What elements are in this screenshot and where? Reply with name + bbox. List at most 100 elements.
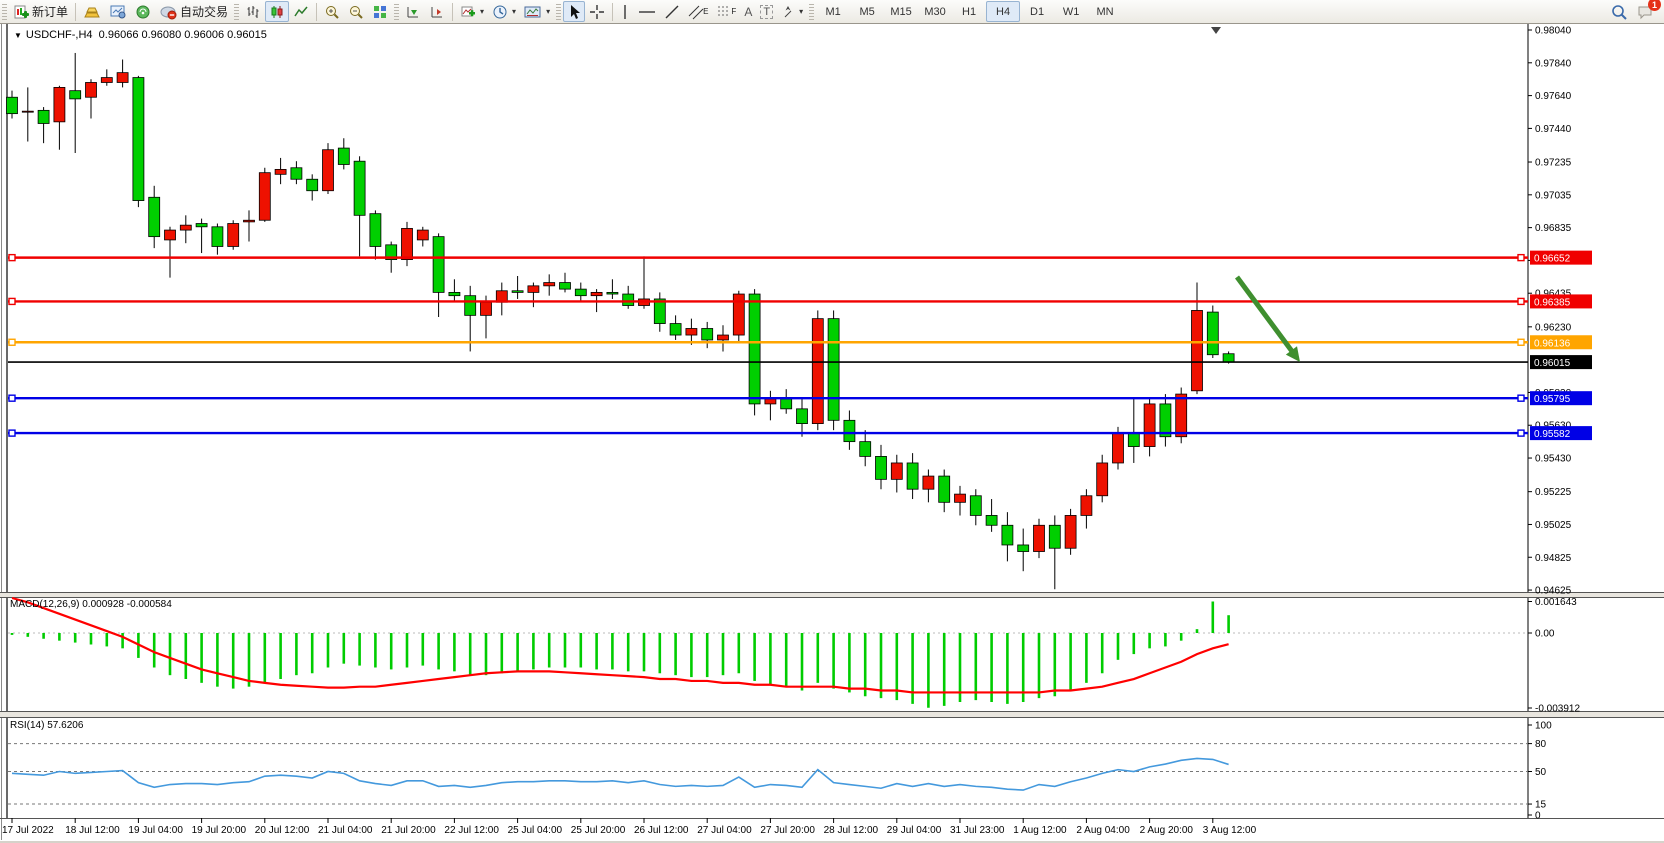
timeframe-m1-button[interactable]: M1 — [816, 1, 850, 22]
zoom-in-icon — [324, 4, 340, 20]
chart-canvas[interactable]: 0.980400.978400.976400.974400.972350.970… — [0, 23, 1664, 843]
line-chart-button[interactable] — [289, 1, 313, 22]
market-watch-icon — [109, 4, 127, 20]
candle-up — [923, 476, 934, 489]
svg-text:27 Jul 20:00: 27 Jul 20:00 — [760, 825, 815, 836]
gold-ingot-button[interactable] — [79, 1, 105, 22]
panel-splitter[interactable] — [0, 593, 1664, 598]
timeframe-w1-button[interactable]: W1 — [1054, 1, 1088, 22]
crosshair-icon — [589, 4, 605, 20]
svg-text:0.001643: 0.001643 — [1535, 597, 1577, 608]
vertical-line-tool-button[interactable] — [616, 1, 634, 22]
templates-button[interactable]: ▾ — [520, 1, 554, 22]
candle-down — [338, 148, 349, 164]
svg-text:0: 0 — [1535, 811, 1541, 822]
candle-down — [433, 237, 444, 293]
timeframe-m5-button[interactable]: M5 — [850, 1, 884, 22]
timeframe-m30-button[interactable]: M30 — [918, 1, 952, 22]
indicators-button[interactable]: ▾ — [456, 1, 488, 22]
chart-shift-button[interactable] — [425, 1, 449, 22]
cursor-icon — [567, 4, 581, 20]
svg-text:15: 15 — [1535, 800, 1547, 811]
candle-down — [370, 214, 381, 247]
candle-up — [1065, 515, 1076, 548]
svg-text:19 Jul 20:00: 19 Jul 20:00 — [192, 825, 247, 836]
toolbar-drag-handle[interactable] — [809, 4, 814, 20]
timeframe-h4-button[interactable]: H4 — [986, 1, 1020, 22]
signals-icon — [135, 4, 151, 20]
equidistant-channel-tool-button[interactable]: E — [684, 1, 712, 22]
notifications-button[interactable]: 1 — [1632, 1, 1658, 22]
svg-text:100: 100 — [1535, 721, 1552, 732]
bar-chart-button[interactable] — [241, 1, 265, 22]
candle-up — [54, 87, 65, 121]
candle-down — [575, 289, 586, 296]
toolbar-drag-handle[interactable] — [234, 4, 239, 20]
svg-text:27 Jul 04:00: 27 Jul 04:00 — [697, 825, 752, 836]
svg-text:0.96015: 0.96015 — [1534, 358, 1571, 369]
toolbar-drag-handle[interactable] — [2, 4, 7, 20]
candle-down — [986, 515, 997, 525]
auto-trading-button[interactable]: 自动交易 — [155, 1, 232, 22]
candle-down — [465, 296, 476, 316]
svg-text:21 Jul 04:00: 21 Jul 04:00 — [318, 825, 373, 836]
svg-text:2 Aug 04:00: 2 Aug 04:00 — [1076, 825, 1130, 836]
svg-text:0.95430: 0.95430 — [1535, 454, 1572, 465]
candle-up — [686, 328, 697, 335]
candle-down — [149, 197, 160, 236]
fibonacci-tool-button[interactable]: F — [712, 1, 740, 22]
candle-up — [180, 225, 191, 230]
candle-up — [891, 463, 902, 479]
chart-shift-icon — [429, 4, 445, 20]
zoom-out-button[interactable] — [344, 1, 368, 22]
candle-up — [1144, 404, 1155, 447]
candle-down — [654, 299, 665, 324]
toolbar-drag-handle[interactable] — [394, 4, 399, 20]
candle-up — [1081, 496, 1092, 516]
text-tool-button[interactable]: A — [740, 1, 756, 22]
candle-up — [101, 78, 112, 83]
candle-down — [133, 78, 144, 201]
toolbar-drag-handle[interactable] — [556, 4, 561, 20]
candle-up — [591, 292, 602, 295]
svg-text:0.97440: 0.97440 — [1535, 124, 1572, 135]
candle-up — [259, 173, 270, 221]
auto-trading-label: 自动交易 — [180, 3, 228, 20]
candle-up — [22, 111, 33, 112]
cursor-tool-button[interactable] — [563, 1, 585, 22]
candle-down — [939, 476, 950, 502]
search-button[interactable] — [1606, 1, 1632, 22]
zoom-in-button[interactable] — [320, 1, 344, 22]
timeframe-h1-button[interactable]: H1 — [952, 1, 986, 22]
signals-button[interactable] — [131, 1, 155, 22]
svg-text:25 Jul 04:00: 25 Jul 04:00 — [508, 825, 563, 836]
periods-button[interactable]: ▾ — [488, 1, 520, 22]
candle-up — [275, 169, 286, 174]
timeframe-mn-button[interactable]: MN — [1088, 1, 1122, 22]
arrows-shapes-icon — [781, 4, 795, 20]
svg-text:0.97235: 0.97235 — [1535, 158, 1572, 169]
svg-text:0.94625: 0.94625 — [1535, 586, 1572, 597]
candle-down — [797, 409, 808, 424]
chevron-down-icon: ▾ — [546, 7, 550, 16]
svg-text:0.95025: 0.95025 — [1535, 520, 1572, 531]
text-label-tool-button[interactable]: T — [756, 1, 777, 22]
candle-down — [1223, 354, 1234, 362]
candlestick-chart-button[interactable] — [265, 1, 289, 22]
candle-up — [165, 230, 176, 240]
trendline-tool-button[interactable] — [660, 1, 684, 22]
horizontal-line-tool-button[interactable] — [634, 1, 660, 22]
timeframe-m15-button[interactable]: M15 — [884, 1, 918, 22]
candle-up — [1097, 463, 1108, 496]
auto-scroll-button[interactable] — [401, 1, 425, 22]
panel-splitter[interactable] — [0, 712, 1664, 718]
crosshair-tool-button[interactable] — [585, 1, 609, 22]
main-toolbar: 新订单 自动交易 — [0, 0, 1664, 24]
timeframe-d1-button[interactable]: D1 — [1020, 1, 1054, 22]
tile-windows-button[interactable] — [368, 1, 392, 22]
svg-text:25 Jul 20:00: 25 Jul 20:00 — [571, 825, 626, 836]
arrows-tool-button[interactable]: ▾ — [777, 1, 807, 22]
zoom-out-icon — [348, 4, 364, 20]
market-watch-button[interactable] — [105, 1, 131, 22]
new-order-button[interactable]: 新订单 — [9, 1, 72, 22]
